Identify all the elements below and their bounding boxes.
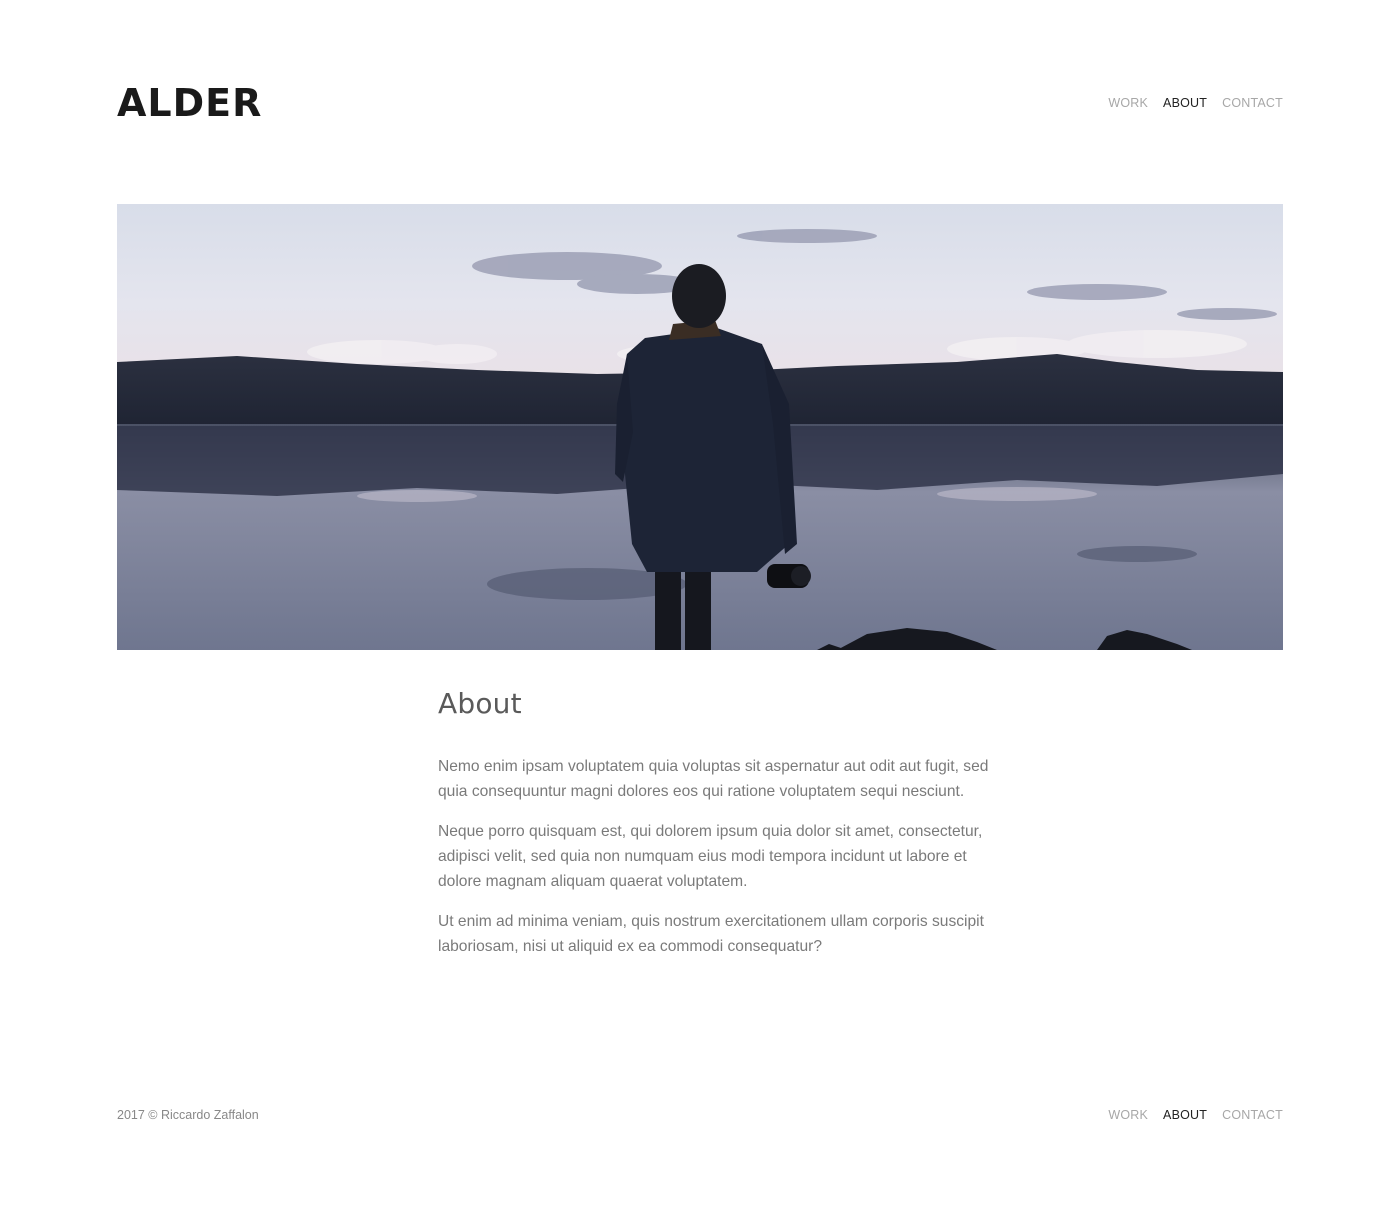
site-logo[interactable]: ALDER: [117, 80, 262, 126]
nav-about-link[interactable]: ABOUT: [1163, 96, 1207, 110]
footer-nav-about-link[interactable]: ABOUT: [1163, 1108, 1207, 1122]
header-nav: WORK ABOUT CONTACT: [1108, 96, 1283, 110]
nav-work-link[interactable]: WORK: [1108, 96, 1148, 110]
page-title: About: [438, 687, 522, 720]
site-header: ALDER WORK ABOUT CONTACT: [117, 80, 1283, 126]
site-footer: 2017 © Riccardo Zaffalon WORK ABOUT CONT…: [117, 1104, 1283, 1126]
about-paragraph: Nemo enim ipsam voluptatem quia voluptas…: [438, 758, 989, 800]
nav-contact-link[interactable]: CONTACT: [1222, 96, 1283, 110]
about-paragraph: Neque porro quisquam est, qui dolorem ip…: [438, 823, 983, 890]
footer-nav-work-link[interactable]: WORK: [1108, 1108, 1148, 1122]
page: ALDER WORK ABOUT CONTACT About Nemo enim…: [0, 0, 1400, 1216]
about-paragraph: Ut enim ad minima veniam, quis nostrum e…: [438, 913, 984, 955]
about-content: About Nemo enim ipsam voluptatem quia vo…: [438, 684, 998, 974]
copyright-text: 2017 © Riccardo Zaffalon: [117, 1108, 259, 1122]
footer-nav-contact-link[interactable]: CONTACT: [1222, 1108, 1283, 1122]
footer-nav: WORK ABOUT CONTACT: [1108, 1108, 1283, 1122]
hero-image: [117, 204, 1283, 650]
